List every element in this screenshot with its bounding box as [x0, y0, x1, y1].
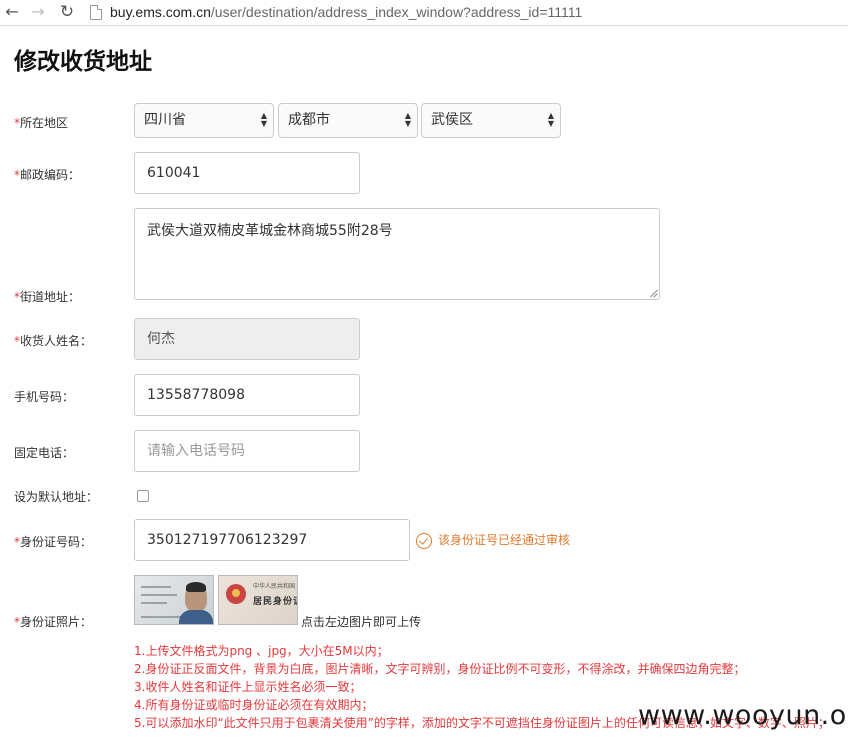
id-number-input[interactable]: 350127197706123297 — [134, 519, 410, 561]
select-arrows-icon: ▲ ▼ — [260, 111, 267, 128]
card-text-line — [141, 586, 171, 588]
url-path: /user/destination/address_index_window?a… — [210, 4, 583, 20]
card-text-line — [141, 602, 167, 604]
street-value: 武侯大道双楠皮革城金林商城55附28号 — [147, 223, 393, 239]
page-icon — [90, 5, 102, 20]
watermark: www.wooyun.org — [638, 700, 848, 731]
browser-toolbar: ← → ↻ buy.ems.com.cn/user/destination/ad… — [0, 0, 848, 26]
url-host: buy.ems.com.cn — [110, 4, 211, 20]
default-address-checkbox[interactable] — [137, 490, 149, 502]
street-label: *街道地址： — [14, 290, 81, 304]
select-arrows-icon: ▲ ▼ — [404, 111, 411, 128]
note-item: 3.收件人姓名和证件上显示姓名必须一致； — [134, 680, 362, 694]
portrait-photo — [185, 582, 207, 612]
portrait-shirt — [179, 610, 213, 624]
receiver-name-input[interactable]: 何杰 — [134, 318, 360, 360]
id-verified-status: 该身份证号已经通过审核 — [416, 531, 570, 549]
select-arrows-icon: ▲ ▼ — [547, 111, 554, 128]
id-card-country-text: 中华人民共和国 — [253, 583, 296, 590]
telephone-input[interactable]: 请输入电话号码 — [134, 430, 360, 472]
district-select[interactable]: 武侯区 ▲ ▼ — [421, 103, 561, 138]
check-circle-icon — [416, 532, 432, 549]
street-textarea[interactable]: 武侯大道双楠皮革城金林商城55附28号 — [134, 208, 660, 300]
national-emblem-icon — [226, 584, 246, 604]
province-select[interactable]: 四川省 ▲ ▼ — [134, 103, 274, 138]
card-text-line — [141, 594, 177, 596]
card-text-line — [141, 616, 181, 618]
id-card-title-text: 居民身份证 — [253, 597, 297, 607]
id-card-back-upload[interactable]: 中华人民共和国 居民身份证 — [218, 575, 298, 625]
upload-hint: 点击左边图片即可上传 — [301, 615, 422, 629]
postcode-label: *邮政编码： — [14, 168, 81, 182]
mobile-input[interactable]: 13558778098 — [134, 374, 360, 416]
note-item: 1.上传文件格式为png 、jpg，大小在5M以内； — [134, 644, 389, 658]
id-card-front-upload[interactable] — [134, 575, 214, 625]
reload-icon[interactable]: ↻ — [57, 2, 77, 22]
id-number-label: *身份证号码： — [14, 535, 93, 549]
postcode-input[interactable]: 610041 — [134, 152, 360, 194]
default-address-label: 设为默认地址： — [14, 490, 99, 504]
region-label: *所在地区 — [14, 116, 69, 130]
forward-arrow-icon[interactable]: → — [28, 2, 48, 22]
page-title: 修改收货地址 — [14, 49, 152, 75]
telephone-label: 固定电话： — [14, 446, 75, 460]
receiver-label: *收货人姓名： — [14, 334, 93, 348]
id-verified-text: 该身份证号已经通过审核 — [438, 533, 571, 547]
id-photo-label: *身份证照片： — [14, 615, 93, 629]
address-bar[interactable]: buy.ems.com.cn/user/destination/address_… — [110, 4, 582, 20]
city-select[interactable]: 成都市 ▲ ▼ — [278, 103, 418, 138]
back-arrow-icon[interactable]: ← — [2, 2, 22, 22]
mobile-label: 手机号码： — [14, 390, 75, 404]
resize-handle-icon[interactable] — [649, 289, 657, 297]
note-item: 2.身份证正反面文件，背景为白底，图片清晰，文字可辨别，身份证比例不可变形，不得… — [134, 662, 746, 676]
